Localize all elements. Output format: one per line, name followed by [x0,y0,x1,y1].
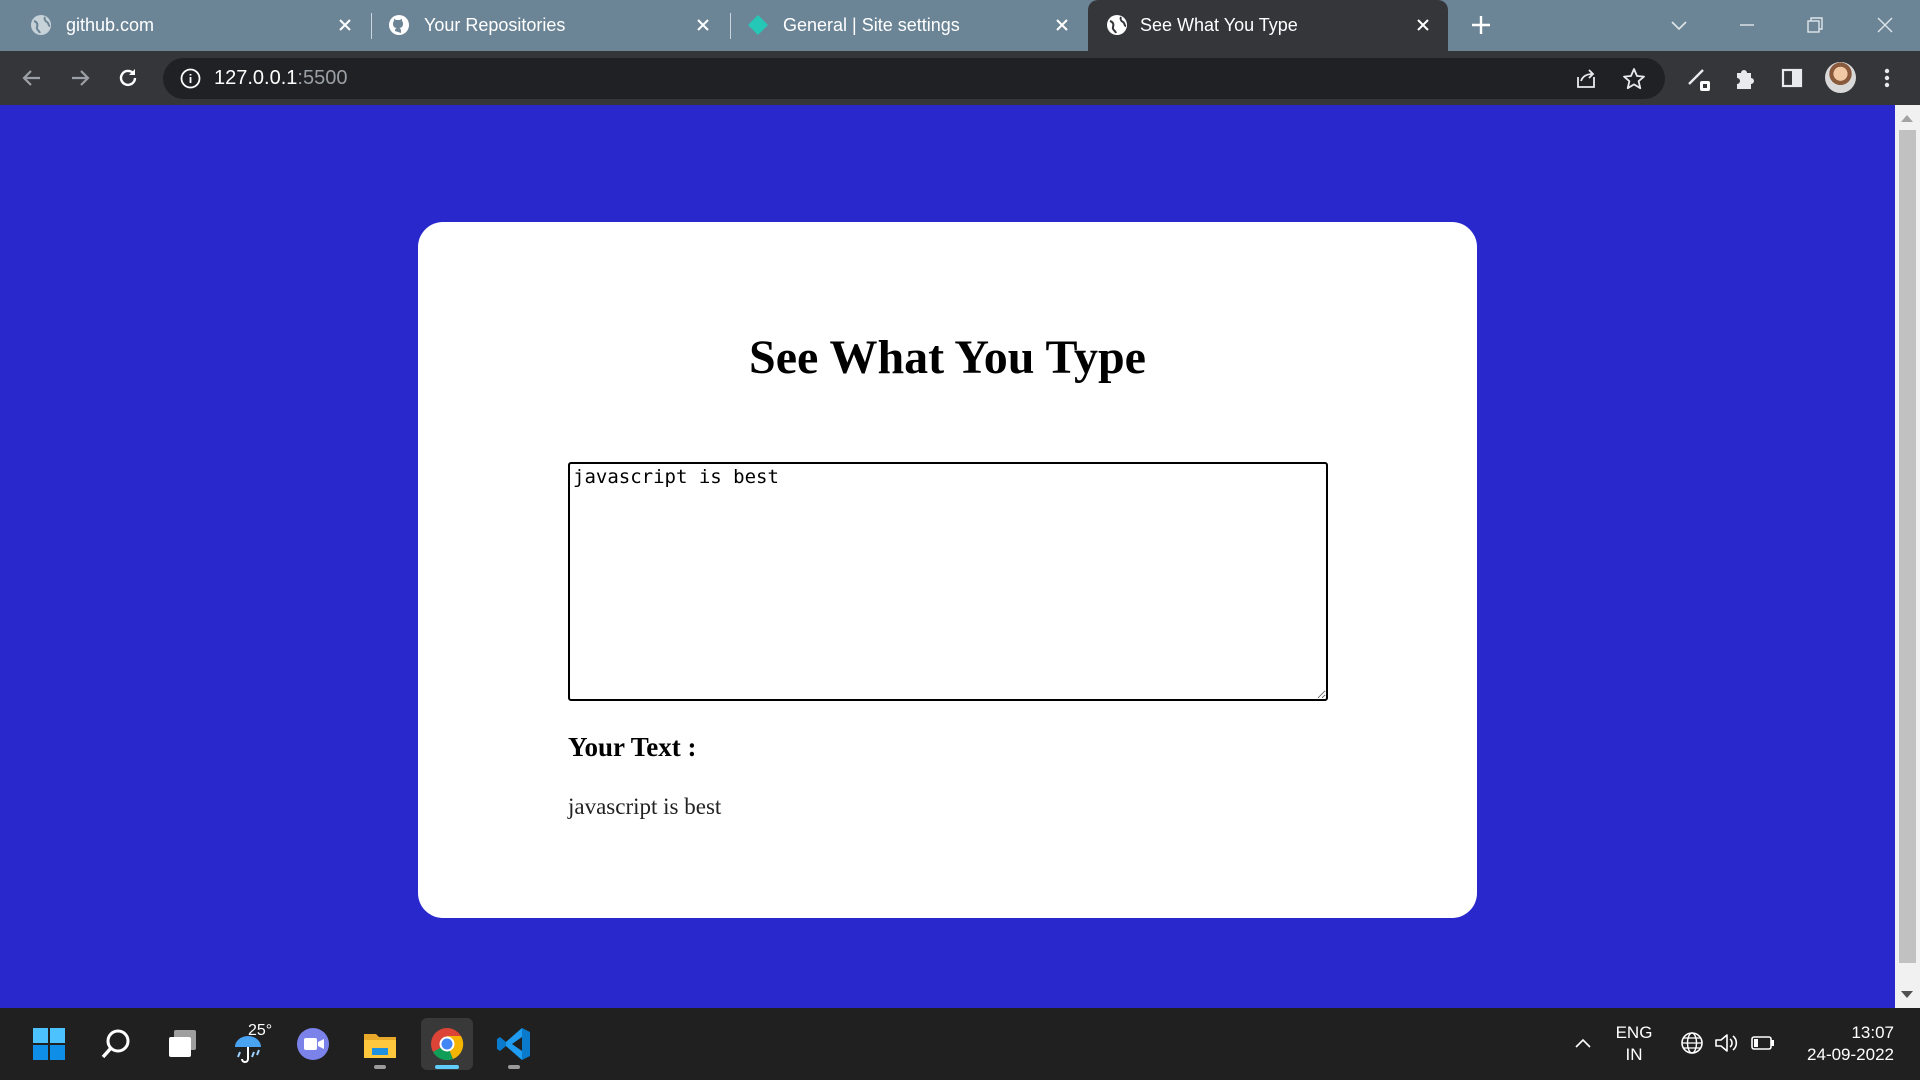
output-label: Your Text : [568,732,697,762]
page-scrollbar[interactable] [1895,105,1920,1008]
globe-icon [1107,15,1127,35]
teams-chat-button[interactable] [287,1018,339,1070]
share-icon[interactable] [1573,66,1599,92]
region-code: IN [1625,1045,1643,1064]
forward-icon[interactable] [66,64,94,92]
tab-github-com[interactable]: github.com [0,0,370,51]
show-hidden-icons-chevron-icon[interactable] [1572,1033,1594,1055]
close-icon[interactable] [1412,14,1434,36]
task-view-icon [169,1030,196,1057]
browser-toolbar: 127.0.0.1:5500 [0,51,1920,105]
clock-time: 13:07 [1851,1023,1894,1042]
new-tab-icon[interactable] [1468,12,1494,38]
globe-icon [31,15,51,35]
restore-icon[interactable] [1800,10,1830,40]
language-code: ENG [1615,1023,1653,1042]
running-indicator [508,1065,520,1069]
system-clock[interactable]: 13:07 24-09-2022 [1786,1022,1894,1066]
scroll-thumb[interactable] [1899,130,1916,963]
profile-avatar[interactable] [1825,62,1856,93]
tab-strip: github.com Your Repositories General | S… [0,0,1920,51]
scroll-down-arrow[interactable] [1901,991,1913,998]
address-url: 127.0.0.1:5500 [214,67,347,90]
github-icon [389,15,409,35]
start-button[interactable] [23,1018,75,1070]
address-port: :5500 [297,67,348,89]
battery-icon[interactable] [1750,1030,1776,1056]
menu-kebab-icon[interactable] [1873,64,1901,92]
vscode-icon [497,1028,530,1060]
file-explorer-icon [364,1034,396,1058]
tab-title: github.com [66,15,155,35]
minimize-icon[interactable] [1732,10,1762,40]
pen-extension-icon[interactable] [1685,64,1713,92]
reload-icon[interactable] [114,64,142,92]
page-title: See What You Type [749,331,1146,384]
tab-title: Your Repositories [424,15,566,35]
content-card: See What You Type javascript is best You… [418,222,1477,918]
clock-date: 24-09-2022 [1807,1045,1894,1064]
back-icon[interactable] [18,64,46,92]
close-window-icon[interactable] [1870,10,1900,40]
running-indicator [435,1065,459,1069]
network-globe-icon[interactable] [1679,1030,1705,1056]
tab-see-what-you-type[interactable]: See What You Type [1088,0,1448,51]
tab-title: General | Site settings [783,15,960,35]
extensions-icon[interactable] [1731,64,1759,92]
close-icon[interactable] [692,14,714,36]
search-button[interactable] [90,1018,142,1070]
start-icon [33,1028,65,1060]
chrome-button[interactable] [421,1018,473,1070]
output-text: javascript is best [568,794,722,819]
tab-title: See What You Type [1140,15,1298,35]
side-panel-icon[interactable] [1778,64,1806,92]
search-icon [101,1029,130,1059]
address-bar[interactable]: 127.0.0.1:5500 [163,58,1665,99]
address-host: 127.0.0.1 [214,67,298,89]
input-language[interactable]: ENG IN [1612,1022,1656,1066]
file-explorer-button[interactable] [354,1018,406,1070]
vscode-button[interactable] [488,1018,540,1070]
site-info-icon[interactable] [179,67,202,90]
tab-site-settings[interactable]: General | Site settings [717,0,1087,51]
text-input-wrapper: javascript is best [568,462,1328,701]
task-view-button[interactable] [157,1018,209,1070]
running-indicator [374,1065,386,1069]
windows-taskbar: 25° ENG IN 13:07 24-09-2022 [0,1008,1920,1080]
close-icon[interactable] [334,14,356,36]
teams-chat-icon [297,1028,329,1060]
tab-search-chevron-icon[interactable] [1664,10,1694,40]
page-viewport: See What You Type javascript is best You… [0,105,1895,1008]
weather-temperature: 25° [248,1022,273,1039]
volume-icon[interactable] [1713,1030,1739,1056]
tab-your-repositories[interactable]: Your Repositories [358,0,728,51]
scroll-up-arrow[interactable] [1901,115,1913,122]
bookmark-star-icon[interactable] [1621,66,1647,92]
close-icon[interactable] [1051,14,1073,36]
chrome-icon [431,1028,464,1061]
netlify-icon [748,15,768,35]
text-input[interactable]: javascript is best [568,462,1328,701]
